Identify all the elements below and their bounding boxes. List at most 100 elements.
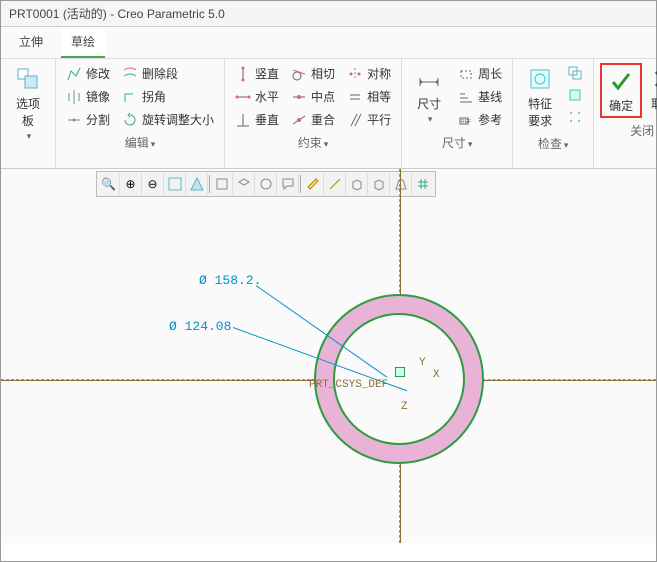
symmetric-button[interactable]: 对称 xyxy=(343,63,395,84)
shade-button[interactable] xyxy=(186,173,208,195)
tangent-button[interactable]: 相切 xyxy=(287,63,339,84)
delete-segment-label: 删除段 xyxy=(142,65,178,82)
display-style-button[interactable] xyxy=(255,173,277,195)
perimeter-button[interactable]: 周长 xyxy=(454,63,506,84)
reference-icon: REF xyxy=(458,112,474,128)
perimeter-icon xyxy=(458,66,474,82)
chevron-down-icon: ▾ xyxy=(428,114,433,125)
equal-button[interactable]: 相等 xyxy=(343,86,395,107)
datum-plane-button[interactable] xyxy=(302,173,324,195)
cancel-button[interactable]: 取消 xyxy=(642,63,657,118)
datum-axis-button[interactable] xyxy=(324,173,346,195)
parallel-icon xyxy=(347,112,363,128)
modify-icon xyxy=(66,66,82,82)
split-button[interactable]: 分割 xyxy=(62,109,114,130)
cube2-icon xyxy=(372,177,386,191)
saved-views-button[interactable] xyxy=(211,173,233,195)
mirror-button[interactable]: 镜像 xyxy=(62,86,114,107)
annotation-button[interactable] xyxy=(277,173,299,195)
split-label: 分割 xyxy=(86,111,110,128)
wireframe-button[interactable] xyxy=(346,173,368,195)
dimension-button[interactable]: 尺寸 ▾ xyxy=(408,63,450,130)
chevron-down-icon: ▾ xyxy=(27,131,32,142)
options-panel-button[interactable]: 选项板 ▾ xyxy=(7,63,49,144)
baseline-label: 基线 xyxy=(478,88,502,105)
horizontal-icon xyxy=(235,89,251,105)
tab-sketch[interactable]: 草绘 xyxy=(61,27,105,58)
modify-label: 修改 xyxy=(86,65,110,82)
feature-requirements-button[interactable]: 特征要求 xyxy=(519,63,561,131)
reference-button[interactable]: REF 参考 xyxy=(454,109,506,130)
ribbon: 立伸 草绘 选项板 ▾ 修改 xyxy=(1,27,656,169)
hidden-line-button[interactable] xyxy=(368,173,390,195)
perimeter-label: 周长 xyxy=(478,65,502,82)
equal-label: 相等 xyxy=(367,88,391,105)
inspect-tool-2[interactable] xyxy=(563,85,587,105)
zoom-out-button[interactable]: ⊖ xyxy=(142,173,164,195)
display-icon xyxy=(259,177,273,191)
grid-points-icon xyxy=(567,109,583,125)
tab-extrude[interactable]: 立伸 xyxy=(9,27,53,58)
grid-button[interactable] xyxy=(412,173,434,195)
corner-button[interactable]: 拐角 xyxy=(118,86,218,107)
zoom-fit-button[interactable]: 🔍 xyxy=(98,173,120,195)
axis-y-label: Y xyxy=(419,357,426,369)
confirm-button[interactable]: 确定 xyxy=(600,63,642,118)
ribbon-tabs: 立伸 草绘 xyxy=(1,27,656,58)
perpendicular-label: 垂直 xyxy=(255,111,279,128)
sketch-canvas[interactable]: 🔍 ⊕ ⊖ Ø 158.2. Ø 124.08 PRT_CSYS_DEF X Y… xyxy=(1,169,656,543)
axis-x-label: X xyxy=(433,369,440,381)
window-title: PRT0001 (活动的) - Creo Parametric 5.0 xyxy=(1,1,656,27)
symmetric-icon xyxy=(347,66,363,82)
group-options: 选项板 ▾ xyxy=(1,59,56,168)
chevron-down-icon: ▾ xyxy=(324,139,329,149)
views-icon xyxy=(215,177,229,191)
symmetric-label: 对称 xyxy=(367,65,391,82)
zoom-in-button[interactable]: ⊕ xyxy=(120,173,142,195)
modify-button[interactable]: 修改 xyxy=(62,63,114,84)
tangent-icon xyxy=(291,66,307,82)
zoom-out-icon: ⊖ xyxy=(147,177,157,191)
group-options-label xyxy=(1,146,55,166)
parallel-button[interactable]: 平行 xyxy=(343,109,395,130)
ribbon-body: 选项板 ▾ 修改 镜像 xyxy=(1,58,656,168)
inspect-tool-3[interactable] xyxy=(563,107,587,127)
group-constrain-label: 约束▾ xyxy=(225,132,401,155)
annotation-icon xyxy=(281,177,295,191)
layers-button[interactable] xyxy=(233,173,255,195)
mirror-label: 镜像 xyxy=(86,88,110,105)
coincident-icon xyxy=(291,112,307,128)
search-icon: 🔍 xyxy=(101,177,116,191)
perspective-button[interactable] xyxy=(390,173,412,195)
coincident-label: 重合 xyxy=(311,111,335,128)
midpoint-label: 中点 xyxy=(311,88,335,105)
horizontal-button[interactable]: 水平 xyxy=(231,86,283,107)
midpoint-button[interactable]: 中点 xyxy=(287,86,339,107)
rotate-resize-button[interactable]: 旋转调整大小 xyxy=(118,109,218,130)
refit-button[interactable] xyxy=(164,173,186,195)
group-dimension: 尺寸 ▾ 周长 基线 REF 参考 xyxy=(402,59,513,168)
inspect-tool-1[interactable] xyxy=(563,63,587,83)
overlap-icon xyxy=(567,65,583,81)
coincident-button[interactable]: 重合 xyxy=(287,109,339,130)
confirm-label: 确定 xyxy=(609,97,633,114)
vertical-button[interactable]: 竖直 xyxy=(231,63,283,84)
options-label: 选项板 xyxy=(13,95,43,129)
view-toolbar: 🔍 ⊕ ⊖ xyxy=(96,171,436,197)
axis-z-label: Z xyxy=(401,401,408,413)
grid-icon xyxy=(416,177,430,191)
group-inspect: 特征要求 检查▾ xyxy=(513,59,594,168)
dimension-1[interactable]: Ø 158.2. xyxy=(199,273,261,288)
center-point[interactable] xyxy=(395,367,405,377)
dimension-2[interactable]: Ø 124.08 xyxy=(169,319,231,334)
cancel-label: 取消 xyxy=(651,95,657,112)
shade-icon xyxy=(190,177,204,191)
delete-segment-button[interactable]: 删除段 xyxy=(118,63,218,84)
perpendicular-button[interactable]: 垂直 xyxy=(231,109,283,130)
baseline-button[interactable]: 基线 xyxy=(454,86,506,107)
chevron-down-icon: ▾ xyxy=(468,139,473,149)
chevron-down-icon: ▾ xyxy=(564,140,569,150)
axis-icon xyxy=(328,177,342,191)
rotate-resize-label: 旋转调整大小 xyxy=(142,111,214,128)
corner-label: 拐角 xyxy=(142,88,166,105)
